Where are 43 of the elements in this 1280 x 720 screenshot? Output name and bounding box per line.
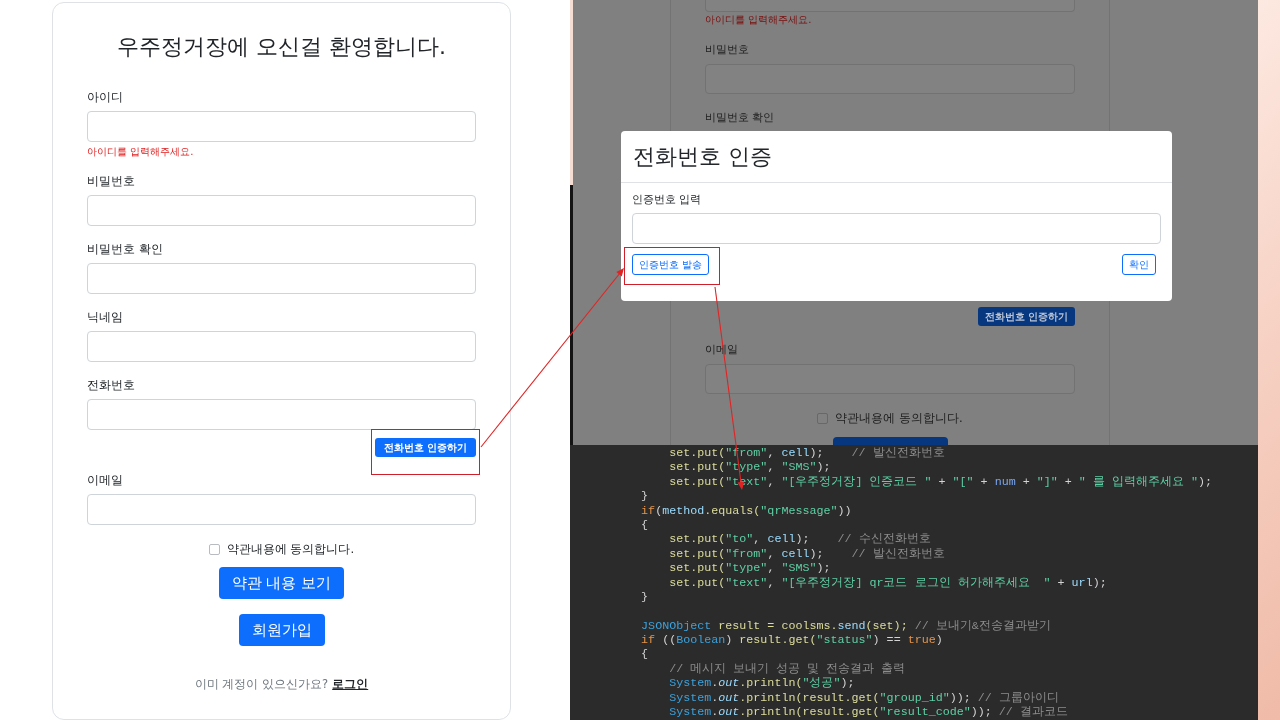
agreement-label: 약관내용에 동의합니다. [835,411,963,425]
error-message: 아이디를 입력해주세요. [705,14,813,26]
field-label: 전화번호 [87,377,136,393]
login-link[interactable]: 로그인 [332,677,369,691]
modal-title: 전화번호 인증 [633,142,772,171]
code-line: set.put("text", "[우주정거장] qr코드 로그인 허가해주세요 " + url); [668,575,1107,590]
code-line: System.out.println(result.get("group_id")); // 그룹아이디 [668,690,1059,706]
agreement-checkbox[interactable] [817,412,829,424]
code-line: if(method.equals("qrMessage")) [640,503,852,518]
code-line: if ((Boolean) result.get("status") == true) [640,633,943,648]
error-message: 아이디를 입력해주세요. [87,146,195,158]
field-label: 비밀번호 [705,43,750,57]
button-edge[interactable] [832,437,948,445]
field-label: 비밀번호 확인 [87,241,164,257]
field-label: 아이디 [87,89,124,105]
code-line: set.put("type", "SMS"); [668,561,831,576]
verify-phone-button[interactable]: 전화번호 인증하기 [374,438,476,457]
code-line: JSONObject result = coolsms.send(set); // 보내기&전송결과받기 [640,618,1051,634]
field-label: 이메일 [87,472,124,488]
code-line: // 메시지 보내기 성공 및 전송결과 출력 [668,661,906,677]
view-terms-button[interactable]: 약관 내용 보기 [218,567,345,599]
input-field[interactable] [705,364,1075,394]
field-label: 비밀번호 [87,173,136,189]
signup-button[interactable]: 회원가입 [238,614,325,646]
field-label: 닉네임 [87,309,124,325]
verify-phone-button[interactable]: 전화번호 인증하기 [977,307,1075,326]
code-line: set.put("to", cell); // 수신전화번호 [668,532,931,547]
page-title: 우주정거장에 오신걸 환영합니다. [116,33,447,61]
field-label: 비밀번호 확인 [705,111,776,125]
agreement-checkbox[interactable] [208,543,220,555]
code-line: } [640,489,649,504]
field-label: 인증번호 입력 [632,193,703,207]
agreement-label: 약관내용에 동의합니다. [226,542,355,556]
code-line: } [640,589,649,605]
code-line: { [640,647,649,662]
code-line: { [640,517,649,533]
field-label: 이메일 [705,343,739,357]
login-prompt-text: 이미 계정이 있으신가요? [194,677,329,691]
confirm-button[interactable]: 확인 [1122,254,1156,275]
code-line: set.put("from", cell); // 발신전화번호 [668,546,945,562]
code-line: System.out.println(result.get("result_code")); // 결과코드 [668,705,1068,720]
send-code-button[interactable]: 인증번호 발송 [632,254,710,275]
code-line: System.out.println("성공"); [668,676,855,691]
